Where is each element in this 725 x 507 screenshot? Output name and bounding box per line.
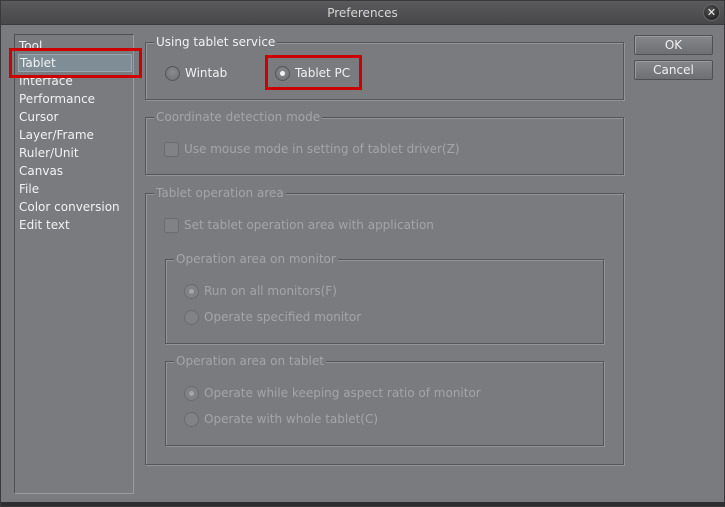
tablet-pc-radio[interactable]: Tablet PC [275,64,350,82]
coordinate-mode-title: Coordinate detection mode [154,110,323,124]
tablet-service-title: Using tablet service [154,35,278,49]
mouse-mode-label: Use mouse mode in setting of tablet driv… [184,142,460,156]
radio-unchecked-icon [184,411,199,427]
sidebar-item-ruler-unit[interactable]: Ruler/Unit [18,144,132,162]
radio-unchecked-icon [165,65,180,81]
sidebar-item-interface[interactable]: Interface [18,72,132,90]
radio-unchecked-icon [184,309,199,325]
operation-area-title: Tablet operation area [154,186,286,200]
window-bottom-edge [1,502,725,506]
wintab-radio[interactable]: Wintab [165,64,227,82]
tablet-area-title: Operation area on tablet [174,354,326,368]
sidebar-item-tool[interactable]: Tool [18,37,132,55]
set-operation-area-label: Set tablet operation area with applicati… [184,218,434,232]
preferences-dialog: Preferences ✕ Tool Tablet Interface Perf… [0,0,725,507]
sidebar-item-file[interactable]: File [18,180,132,198]
monitor-area-group: Operation area on monitor [165,252,604,344]
cancel-button[interactable]: Cancel [634,60,713,80]
specified-monitor-radio[interactable]: Operate specified monitor [184,308,361,326]
all-monitors-label: Run on all monitors(F) [204,284,337,298]
wintab-label: Wintab [185,66,228,80]
sidebar-item-edit-text[interactable]: Edit text [18,216,132,234]
whole-tablet-radio[interactable]: Operate with whole tablet(C) [184,410,378,428]
sidebar-item-tablet[interactable]: Tablet [18,54,132,72]
radio-checked-icon [275,65,290,81]
category-list[interactable]: Tool Tablet Interface Performance Cursor… [14,34,134,494]
sidebar-item-performance[interactable]: Performance [18,90,132,108]
title-bar: Preferences ✕ [1,1,724,25]
close-icon[interactable]: ✕ [703,4,720,21]
keep-aspect-ratio-radio[interactable]: Operate while keeping aspect ratio of mo… [184,384,481,402]
tablet-area-group: Operation area on tablet [165,354,604,446]
tablet-pc-label: Tablet PC [295,66,351,80]
ok-button[interactable]: OK [634,35,713,55]
sidebar-item-color-conversion[interactable]: Color conversion [18,198,132,216]
all-monitors-radio[interactable]: Run on all monitors(F) [184,282,337,300]
sidebar-item-layer-frame[interactable]: Layer/Frame [18,126,132,144]
checkbox-unchecked-icon [164,217,179,233]
dialog-title: Preferences [327,6,398,20]
monitor-area-title: Operation area on monitor [174,252,338,266]
specified-monitor-label: Operate specified monitor [204,310,362,324]
sidebar-item-cursor[interactable]: Cursor [18,108,132,126]
checkbox-unchecked-icon [164,141,179,157]
whole-tablet-label: Operate with whole tablet(C) [204,412,379,426]
mouse-mode-checkbox[interactable]: Use mouse mode in setting of tablet driv… [164,140,460,158]
keep-aspect-ratio-label: Operate while keeping aspect ratio of mo… [204,386,481,400]
radio-checked-icon [184,283,199,299]
radio-checked-icon [184,385,199,401]
set-operation-area-checkbox[interactable]: Set tablet operation area with applicati… [164,216,434,234]
sidebar-item-canvas[interactable]: Canvas [18,162,132,180]
